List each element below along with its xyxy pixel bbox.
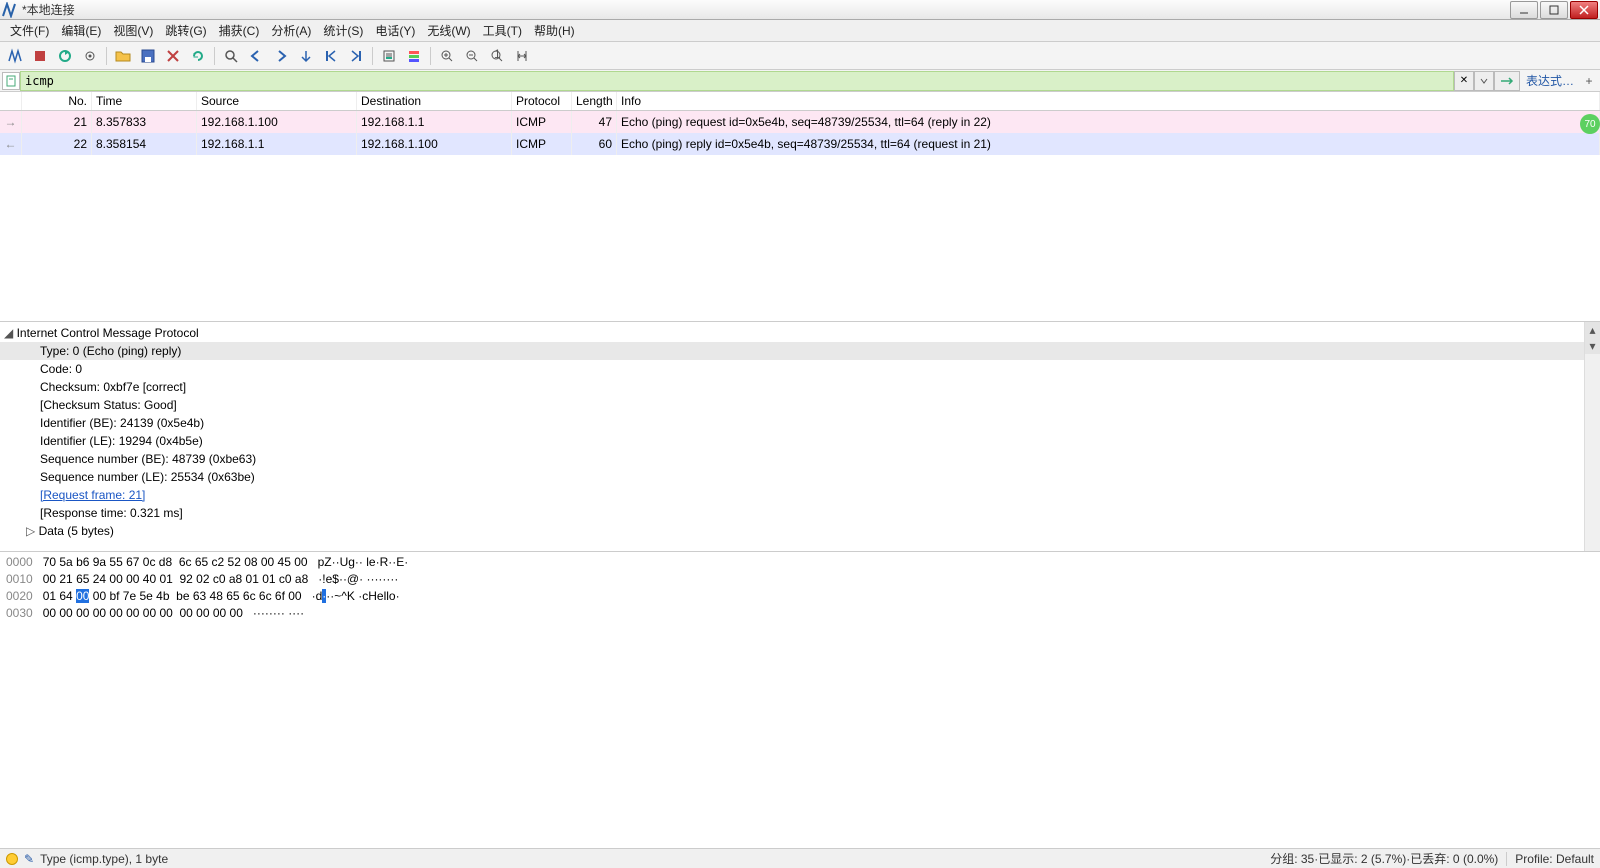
- hex-row[interactable]: 0000 70 5a b6 9a 55 67 0c d8 6c 65 c2 52…: [6, 554, 1594, 571]
- filter-history-dropdown[interactable]: [1474, 71, 1494, 91]
- go-to-packet-button[interactable]: [295, 45, 317, 67]
- status-displayed: 已显示: 2 (5.7%): [1318, 850, 1406, 867]
- col-destination[interactable]: Destination: [357, 92, 512, 110]
- packet-row[interactable]: →218.357833192.168.1.100192.168.1.1ICMP4…: [0, 111, 1600, 133]
- app-icon: [2, 2, 18, 18]
- close-button[interactable]: [1570, 1, 1598, 19]
- scroll-down-icon[interactable]: ▾: [1585, 338, 1600, 354]
- col-protocol[interactable]: Protocol: [512, 92, 572, 110]
- go-forward-button[interactable]: [270, 45, 292, 67]
- restart-capture-button[interactable]: [54, 45, 76, 67]
- request-frame-link[interactable]: [Request frame: 21]: [40, 488, 145, 502]
- close-file-button[interactable]: [162, 45, 184, 67]
- bookmark-filter-icon[interactable]: [2, 72, 20, 90]
- save-button[interactable]: [137, 45, 159, 67]
- menu-stats[interactable]: 统计(S): [317, 20, 369, 41]
- menu-tools[interactable]: 工具(T): [477, 20, 528, 41]
- details-line-seq-be[interactable]: Sequence number (BE): 48739 (0xbe63): [0, 450, 1600, 468]
- hex-row[interactable]: 0020 01 64 00 00 bf 7e 5e 4b be 63 48 65…: [6, 588, 1594, 605]
- autoscroll-button[interactable]: [378, 45, 400, 67]
- reload-button[interactable]: [187, 45, 209, 67]
- open-file-button[interactable]: [112, 45, 134, 67]
- menu-help[interactable]: 帮助(H): [528, 20, 581, 41]
- packet-details-pane[interactable]: Internet Control Message Protocol Type: …: [0, 322, 1600, 552]
- col-source[interactable]: Source: [197, 92, 357, 110]
- details-line-type[interactable]: Type: 0 (Echo (ping) reply): [0, 342, 1600, 360]
- window-title: *本地连接: [22, 1, 1508, 18]
- stop-capture-button[interactable]: [29, 45, 51, 67]
- details-line-response-time[interactable]: [Response time: 0.321 ms]: [0, 504, 1600, 522]
- details-line-checksum[interactable]: Checksum: 0xbf7e [correct]: [0, 378, 1600, 396]
- col-length[interactable]: Length: [572, 92, 617, 110]
- hex-row[interactable]: 0030 00 00 00 00 00 00 00 00 00 00 00 00…: [6, 605, 1594, 622]
- status-packets: 分组: 35: [1270, 850, 1314, 867]
- resize-columns-button[interactable]: [511, 45, 533, 67]
- menu-go[interactable]: 跳转(G): [159, 20, 212, 41]
- go-back-button[interactable]: [245, 45, 267, 67]
- details-line-checksum-status[interactable]: [Checksum Status: Good]: [0, 396, 1600, 414]
- packet-list-pane[interactable]: No. Time Source Destination Protocol Len…: [0, 92, 1600, 322]
- menu-wireless[interactable]: 无线(W): [421, 20, 476, 41]
- col-no[interactable]: No.: [22, 92, 92, 110]
- details-line-id-le[interactable]: Identifier (LE): 19294 (0x4b5e): [0, 432, 1600, 450]
- annotate-icon[interactable]: ✎: [24, 852, 34, 866]
- menu-telephony[interactable]: 电话(Y): [369, 20, 421, 41]
- add-filter-button[interactable]: +: [1580, 74, 1598, 88]
- col-info[interactable]: Info: [617, 92, 1600, 110]
- find-button[interactable]: [220, 45, 242, 67]
- menu-capture[interactable]: 捕获(C): [213, 20, 266, 41]
- titlebar: *本地连接: [0, 0, 1600, 20]
- menu-analyze[interactable]: 分析(A): [265, 20, 317, 41]
- details-line-request-frame[interactable]: [Request frame: 21]: [0, 486, 1600, 504]
- menubar: 文件(F) 编辑(E) 视图(V) 跳转(G) 捕获(C) 分析(A) 统计(S…: [0, 20, 1600, 42]
- go-last-button[interactable]: [345, 45, 367, 67]
- packet-row[interactable]: ←228.358154192.168.1.1192.168.1.100ICMP6…: [0, 133, 1600, 155]
- go-first-button[interactable]: [320, 45, 342, 67]
- zoom-out-button[interactable]: [461, 45, 483, 67]
- maximize-button[interactable]: [1540, 1, 1568, 19]
- toolbar: 1: [0, 42, 1600, 70]
- status-field-info: Type (icmp.type), 1 byte: [40, 852, 168, 866]
- start-capture-button[interactable]: [4, 45, 26, 67]
- expert-info-badge[interactable]: 70: [1580, 114, 1600, 134]
- menu-edit[interactable]: 编辑(E): [55, 20, 107, 41]
- details-line-code[interactable]: Code: 0: [0, 360, 1600, 378]
- menu-file[interactable]: 文件(F): [4, 20, 55, 41]
- zoom-in-button[interactable]: [436, 45, 458, 67]
- packet-direction-icon: →: [0, 111, 22, 133]
- statusbar: ✎ Type (icmp.type), 1 byte 分组: 35 · 已显示:…: [0, 848, 1600, 868]
- expression-button[interactable]: 表达式…: [1520, 72, 1580, 89]
- filter-bar: ✕ 表达式… +: [0, 70, 1600, 92]
- expert-info-icon[interactable]: [6, 853, 18, 865]
- details-proto-header[interactable]: Internet Control Message Protocol: [0, 324, 1600, 342]
- details-line-id-be[interactable]: Identifier (BE): 24139 (0x5e4b): [0, 414, 1600, 432]
- col-time[interactable]: Time: [92, 92, 197, 110]
- colorize-button[interactable]: [403, 45, 425, 67]
- packet-bytes-pane[interactable]: 0000 70 5a b6 9a 55 67 0c d8 6c 65 c2 52…: [0, 552, 1600, 782]
- packet-list-header: No. Time Source Destination Protocol Len…: [0, 92, 1600, 111]
- zoom-reset-button[interactable]: 1: [486, 45, 508, 67]
- display-filter-input[interactable]: [20, 71, 1454, 91]
- scroll-up-icon[interactable]: ▴: [1585, 322, 1600, 338]
- menu-view[interactable]: 视图(V): [107, 20, 159, 41]
- capture-options-button[interactable]: [79, 45, 101, 67]
- status-dropped: 已丢弃: 0 (0.0%): [1410, 850, 1498, 867]
- details-scrollbar[interactable]: ▴▾: [1584, 322, 1600, 551]
- clear-filter-button[interactable]: ✕: [1454, 71, 1474, 91]
- minimize-button[interactable]: [1510, 1, 1538, 19]
- apply-filter-button[interactable]: [1494, 71, 1520, 91]
- hex-row[interactable]: 0010 00 21 65 24 00 00 40 01 92 02 c0 a8…: [6, 571, 1594, 588]
- packet-direction-icon: ←: [0, 133, 22, 155]
- status-profile[interactable]: Profile: Default: [1515, 852, 1594, 866]
- details-line-seq-le[interactable]: Sequence number (LE): 25534 (0x63be): [0, 468, 1600, 486]
- details-line-data[interactable]: ▷ Data (5 bytes): [0, 522, 1600, 540]
